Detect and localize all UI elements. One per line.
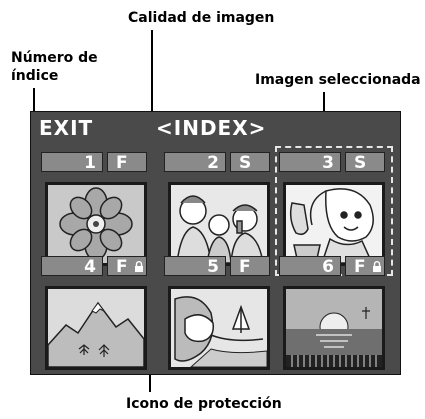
- beach-icon: [174, 296, 267, 367]
- index-screen: EXIT <INDEX> 1 F 2 S 3 S 4 F 5 F 6 F: [30, 111, 401, 375]
- index-cell-3[interactable]: 3 S: [279, 152, 389, 268]
- sunset-icon: [286, 289, 382, 367]
- index-number-callout-line2: índice: [11, 68, 59, 84]
- quality-label: S: [239, 153, 252, 173]
- index-cell-4[interactable]: 4 F: [41, 256, 151, 372]
- thumbnail-6[interactable]: [283, 286, 385, 370]
- index-number: 2: [207, 153, 219, 173]
- quality-box: F: [107, 152, 147, 173]
- index-number: 6: [322, 257, 334, 277]
- quality-label: F: [116, 257, 128, 277]
- index-number-box: 3: [279, 152, 341, 173]
- thumbnail-1[interactable]: [45, 182, 147, 266]
- image-quality-callout: Calidad de imagen: [128, 10, 275, 26]
- index-number: 3: [322, 153, 334, 173]
- woman-phone-icon: [289, 188, 374, 263]
- index-number: 1: [84, 153, 96, 173]
- quality-box: S: [345, 152, 385, 173]
- selected-image-callout: Imagen seleccionada: [255, 72, 421, 88]
- protection-icon-callout: Icono de protección: [126, 396, 282, 412]
- index-number-callout-line1: Número de: [11, 50, 98, 66]
- thumbnail-5[interactable]: [168, 286, 270, 370]
- index-number-box: 4: [41, 256, 103, 277]
- family-icon: [176, 195, 264, 263]
- exit-button[interactable]: EXIT: [39, 116, 93, 140]
- index-cell-2[interactable]: 2 S: [164, 152, 274, 268]
- index-number: 4: [84, 257, 96, 277]
- index-number: 5: [207, 257, 219, 277]
- index-number-box: 5: [164, 256, 226, 277]
- quality-box: F: [230, 256, 270, 277]
- index-cell-1[interactable]: 1 F: [41, 152, 151, 268]
- quality-box: F: [345, 256, 385, 277]
- quality-label: F: [239, 257, 251, 277]
- index-number-box: 6: [279, 256, 341, 277]
- index-cell-6[interactable]: 6 F: [279, 256, 389, 372]
- flower-icon: [59, 187, 133, 261]
- quality-label: F: [116, 153, 128, 173]
- index-number-box: 1: [41, 152, 103, 173]
- index-number-box: 2: [164, 152, 226, 173]
- quality-box: F: [107, 256, 147, 277]
- thumbnail-3[interactable]: [283, 182, 385, 266]
- index-cell-5[interactable]: 5 F: [164, 256, 274, 372]
- quality-label: F: [354, 257, 366, 277]
- thumbnail-2[interactable]: [168, 182, 270, 266]
- mountain-icon: [48, 301, 144, 367]
- lock-icon: [373, 261, 381, 272]
- lock-icon: [135, 261, 143, 272]
- quality-box: S: [230, 152, 270, 173]
- thumbnail-4[interactable]: [45, 286, 147, 370]
- index-title: <INDEX>: [156, 116, 267, 140]
- quality-label: S: [354, 153, 367, 173]
